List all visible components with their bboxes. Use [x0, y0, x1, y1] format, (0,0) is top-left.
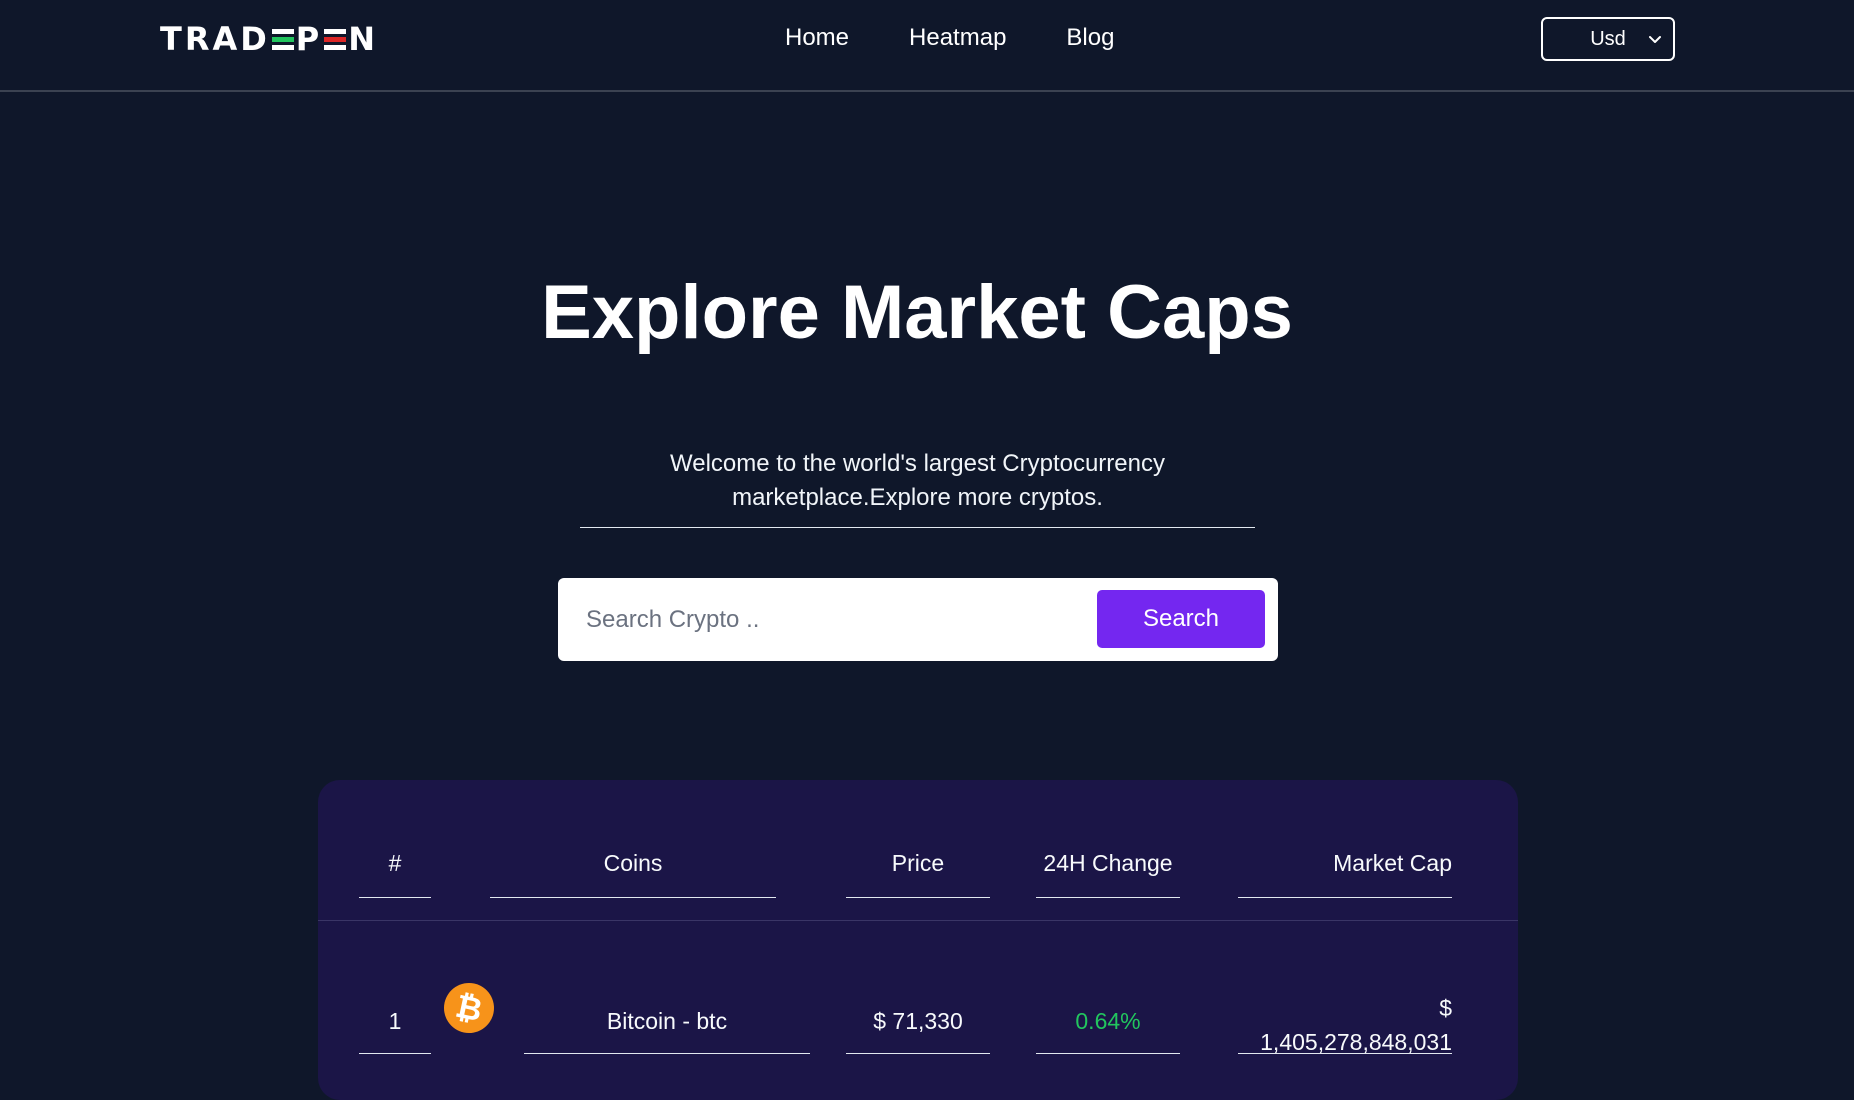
chevron-down-icon: [1649, 36, 1661, 43]
main-nav: Home Heatmap Blog: [785, 24, 1114, 52]
market-table: # Coins Price 24H Change Market Cap 1 ₿ …: [318, 780, 1518, 1100]
page-title: Explore Market Caps: [541, 270, 1293, 355]
row-market-cap: $ 1,405,278,848,031: [1238, 991, 1452, 1055]
row-rank: 1: [359, 1008, 431, 1054]
logo-e-mark: [271, 27, 294, 51]
currency-select[interactable]: Usd: [1541, 17, 1675, 61]
row-price: $ 71,330: [846, 1008, 990, 1054]
header-24h-change: 24H Change: [1036, 850, 1180, 898]
logo-text-start: TRAD: [160, 20, 270, 58]
row-market-cap-value: 1,405,278,848,031: [1260, 1029, 1452, 1055]
header-market-cap: Market Cap: [1238, 850, 1452, 898]
search-bar: Search: [558, 578, 1278, 661]
hero-subtitle-line-1: Welcome to the world's largest Cryptocur…: [670, 450, 1165, 477]
nav-link-home[interactable]: Home: [785, 24, 849, 52]
header-price: Price: [846, 850, 990, 898]
currency-selected-value: Usd: [1590, 27, 1626, 50]
hero-subtitle-line-2: marketplace.Explore more cryptos.: [732, 484, 1103, 511]
nav-link-heatmap[interactable]: Heatmap: [909, 24, 1006, 52]
tradepen-logo[interactable]: TRAD P N: [160, 20, 378, 58]
header-rank: #: [359, 850, 431, 898]
row-24h-change: 0.64%: [1036, 1008, 1180, 1054]
navbar: TRAD P N Home Heatmap Blog Usd: [0, 0, 1854, 92]
row-market-cap-symbol: $: [1439, 995, 1452, 1021]
row-coin-name[interactable]: Bitcoin - btc: [524, 1008, 810, 1054]
nav-link-blog[interactable]: Blog: [1066, 24, 1114, 52]
logo-e-mark-2: [324, 27, 347, 51]
header-coins: Coins: [490, 850, 776, 898]
table-header: # Coins Price 24H Change Market Cap: [318, 780, 1518, 921]
bitcoin-icon: ₿: [439, 978, 499, 1038]
hero-subtitle: Welcome to the world's largest Cryptocur…: [580, 447, 1255, 528]
logo-text-mid: P: [295, 20, 323, 58]
logo-text-end: N: [348, 20, 379, 58]
search-button[interactable]: Search: [1097, 590, 1265, 648]
search-input[interactable]: [584, 598, 1068, 642]
